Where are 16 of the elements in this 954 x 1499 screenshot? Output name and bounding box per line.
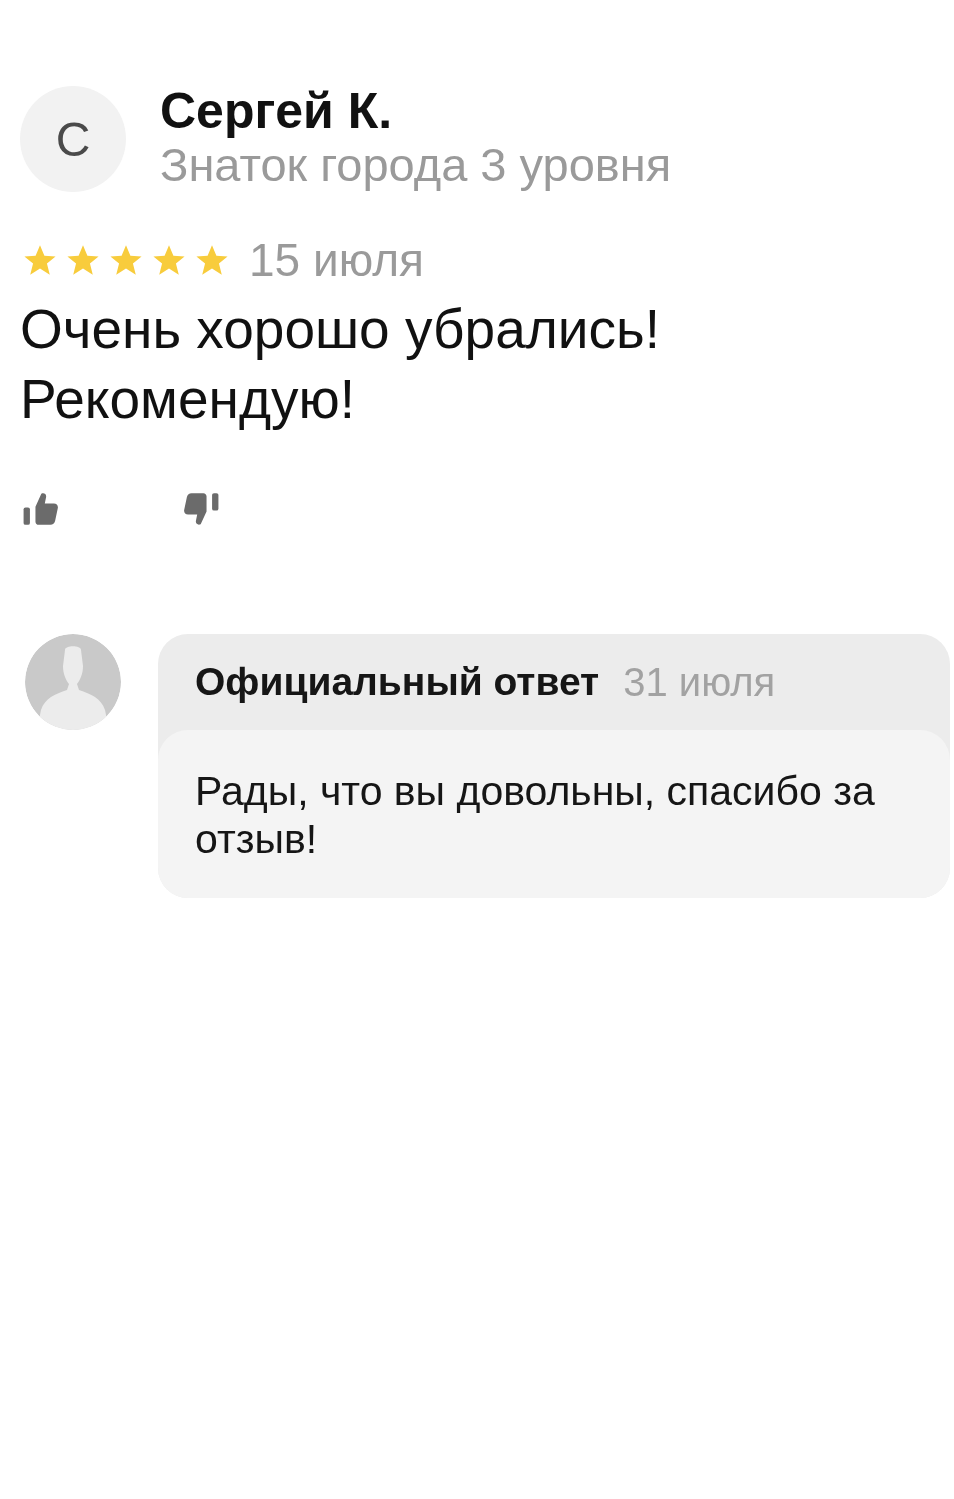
reviewer-name: Сергей К. (160, 83, 394, 139)
avatar-silhouette-icon (25, 634, 121, 730)
star-icon (23, 243, 57, 277)
avatar-initial: С (20, 86, 126, 192)
reviewer-status: Знаток города 3 уровня (160, 139, 672, 191)
thumbs-up-icon[interactable] (22, 490, 60, 528)
review-text: Очень хорошо убрались! Рекомендую! (20, 297, 662, 432)
star-icon (109, 243, 143, 277)
reply-date: 31 июля (623, 659, 776, 705)
star-icon (66, 243, 100, 277)
star-icon (195, 243, 229, 277)
review-date: 15 июля (249, 234, 424, 286)
reply-title: Официальный ответ (195, 660, 600, 704)
thumbs-down-icon[interactable] (182, 490, 220, 528)
reply-text: Рады, что вы довольны, спасибо за отзыв! (195, 767, 876, 863)
star-icon (152, 243, 186, 277)
